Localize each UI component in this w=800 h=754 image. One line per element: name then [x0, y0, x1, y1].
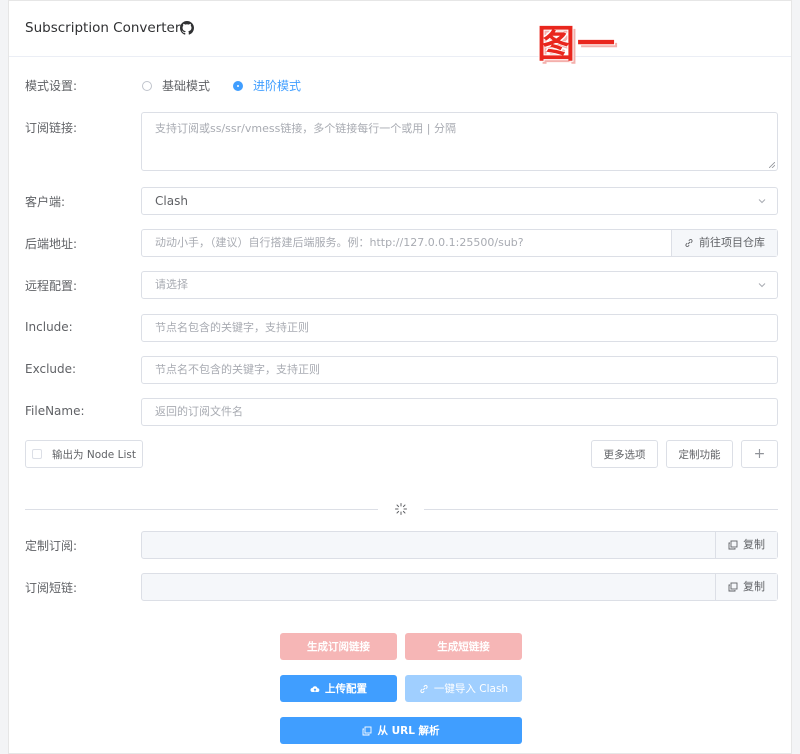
radio-basic-mode[interactable]: 基础模式: [142, 77, 210, 94]
filename-input[interactable]: 返回的订阅文件名: [141, 398, 778, 426]
copy-label: 复制: [743, 538, 765, 551]
remote-config-select[interactable]: 请选择: [141, 271, 778, 299]
include-placeholder: 节点名包含的关键字，支持正则: [155, 321, 309, 334]
node-list-checkbox[interactable]: 输出为 Node List: [25, 440, 143, 468]
copy-icon: [728, 540, 738, 550]
link-icon: [420, 684, 428, 693]
checkbox-icon: [32, 449, 43, 459]
project-repo-button[interactable]: 前往项目仓库: [671, 230, 777, 256]
include-input[interactable]: 节点名包含的关键字，支持正则: [141, 314, 778, 342]
plus-label: +: [753, 446, 766, 462]
remote-config-placeholder: 请选择: [155, 278, 188, 291]
upload-config-label: 上传配置: [325, 683, 367, 695]
filename-placeholder: 返回的订阅文件名: [155, 405, 243, 418]
custom-sub-output[interactable]: 复制: [141, 531, 778, 559]
copy-icon: [362, 726, 372, 735]
copy-custom-sub-button[interactable]: 复制: [715, 532, 777, 558]
generate-sub-label: 生成订阅链接: [307, 641, 370, 653]
chevron-down-icon: [758, 283, 766, 288]
short-link-output[interactable]: 复制: [141, 573, 778, 601]
more-options-label: 更多选项: [603, 448, 646, 461]
annotation-label: 图一: [537, 22, 618, 66]
backend-label: 后端地址:: [25, 237, 78, 251]
node-list-label: 输出为 Node List: [52, 448, 136, 461]
generate-short-label: 生成短链接: [437, 641, 490, 653]
page-title: Subscription Converter: [25, 20, 181, 36]
subscription-label: 订阅链接:: [25, 121, 78, 135]
import-clash-label: 一键导入 Clash: [433, 683, 509, 695]
copy-icon: [728, 582, 738, 592]
radio-dot-icon: [142, 80, 152, 91]
custom-sub-label: 定制订阅:: [25, 539, 78, 553]
custom-features-label: 定制功能: [678, 448, 721, 461]
custom-features-button[interactable]: 定制功能: [666, 440, 733, 468]
exclude-placeholder: 节点名不包含的关键字，支持正则: [155, 363, 320, 376]
radio-advanced-mode[interactable]: 进阶模式: [233, 77, 301, 94]
backend-input[interactable]: 动动小手，（建议）自行搭建后端服务。例：http://127.0.0.1:255…: [141, 229, 778, 257]
include-label: Include:: [25, 320, 73, 334]
main-card: Subscription Converter 图一 模式设置: 基础模式 进阶模…: [8, 0, 792, 754]
upload-config-button[interactable]: 上传配置: [280, 675, 397, 702]
project-repo-label: 前往项目仓库: [699, 236, 765, 249]
parse-url-button[interactable]: 从 URL 解析: [280, 717, 522, 744]
resize-handle-icon[interactable]: [769, 162, 775, 168]
client-value: Clash: [155, 194, 188, 208]
github-icon[interactable]: [180, 21, 194, 35]
chevron-down-icon: [758, 199, 766, 204]
client-select[interactable]: Clash: [141, 187, 778, 215]
loading-spinner-icon: [395, 503, 407, 515]
subscription-textarea[interactable]: 支持订阅或ss/ssr/vmess链接，多个链接每行一个或用 | 分隔: [141, 112, 778, 171]
parse-url-label: 从 URL 解析: [377, 725, 440, 737]
filename-label: FileName:: [25, 404, 85, 418]
radio-dot-checked-icon: [233, 80, 243, 91]
card-header: Subscription Converter 图一: [9, 1, 791, 66]
cloud-upload-icon: [310, 685, 320, 692]
mode-label: 模式设置:: [25, 79, 78, 93]
radio-basic-label: 基础模式: [162, 79, 211, 93]
exclude-input[interactable]: 节点名不包含的关键字，支持正则: [141, 356, 778, 384]
subscription-placeholder: 支持订阅或ss/ssr/vmess链接，多个链接每行一个或用 | 分隔: [155, 122, 457, 135]
client-label: 客户端:: [25, 195, 66, 209]
remote-config-label: 远程配置:: [25, 279, 78, 293]
copy-short-link-button[interactable]: 复制: [715, 574, 777, 600]
short-link-label: 订阅短链:: [25, 581, 78, 595]
more-options-button[interactable]: 更多选项: [591, 440, 658, 468]
add-button[interactable]: +: [741, 440, 778, 468]
radio-advanced-label: 进阶模式: [253, 79, 302, 93]
import-clash-button[interactable]: 一键导入 Clash: [405, 675, 522, 702]
exclude-label: Exclude:: [25, 362, 77, 376]
backend-placeholder: 动动小手，（建议）自行搭建后端服务。例：http://127.0.0.1:255…: [155, 236, 524, 249]
copy-label: 复制: [743, 580, 765, 593]
generate-short-button[interactable]: 生成短链接: [405, 633, 522, 660]
divider-left: [25, 509, 378, 510]
divider-right: [424, 509, 778, 510]
generate-sub-button[interactable]: 生成订阅链接: [280, 633, 397, 660]
link-icon: [685, 239, 693, 247]
